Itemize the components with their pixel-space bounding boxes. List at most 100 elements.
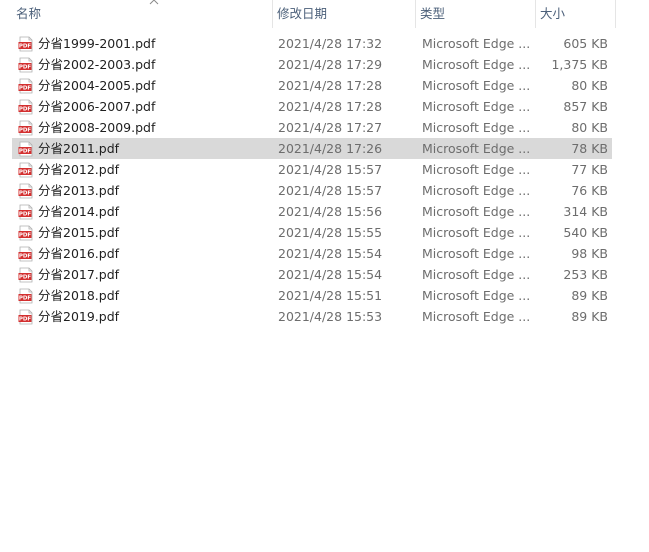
pdf-icon-label: PDF — [19, 296, 32, 302]
file-row[interactable]: PDF 分省2017.pdf 2021/4/28 15:54 Microsoft… — [0, 264, 649, 285]
file-name: 分省2006-2007.pdf — [38, 99, 156, 114]
pdf-file-icon: PDF — [18, 78, 33, 94]
column-header-size[interactable]: 大小 — [536, 0, 616, 28]
pdf-file-icon: PDF — [18, 225, 33, 241]
file-date: 2021/4/28 15:57 — [278, 162, 383, 177]
file-row[interactable]: PDF 分省2002-2003.pdf 2021/4/28 17:29 Micr… — [0, 54, 649, 75]
file-row[interactable]: PDF 分省2018.pdf 2021/4/28 15:51 Microsoft… — [0, 285, 649, 306]
pdf-icon-label: PDF — [19, 44, 32, 50]
file-size: 78 KB — [571, 141, 608, 156]
pdf-file-icon: PDF — [18, 57, 33, 73]
file-date: 2021/4/28 15:57 — [278, 183, 383, 198]
file-date: 2021/4/28 15:55 — [278, 225, 383, 240]
file-name: 分省2002-2003.pdf — [38, 57, 156, 72]
column-separator[interactable] — [615, 0, 616, 28]
pdf-icon-label: PDF — [19, 275, 32, 281]
file-list: PDF 分省1999-2001.pdf 2021/4/28 17:32 Micr… — [0, 33, 649, 327]
file-name: 分省2008-2009.pdf — [38, 120, 156, 135]
file-size: 1,375 KB — [551, 57, 608, 72]
file-name: 分省2019.pdf — [38, 309, 120, 324]
file-size: 314 KB — [563, 204, 608, 219]
file-size: 540 KB — [563, 225, 608, 240]
file-size: 77 KB — [571, 162, 608, 177]
file-type: Microsoft Edge ... — [422, 288, 531, 303]
column-header-bar: 名称 修改日期 类型 大小 — [0, 0, 649, 28]
file-row[interactable]: PDF 分省2019.pdf 2021/4/28 15:53 Microsoft… — [0, 306, 649, 327]
file-date: 2021/4/28 15:53 — [278, 309, 383, 324]
file-type: Microsoft Edge ... — [422, 141, 531, 156]
file-date: 2021/4/28 15:54 — [278, 246, 383, 261]
column-header-name-label: 名称 — [16, 6, 42, 21]
column-header-type-label: 类型 — [420, 6, 446, 21]
column-header-size-label: 大小 — [540, 6, 566, 21]
file-type: Microsoft Edge ... — [422, 183, 531, 198]
file-name: 分省2015.pdf — [38, 225, 120, 240]
file-type: Microsoft Edge ... — [422, 120, 531, 135]
file-row[interactable]: PDF 分省1999-2001.pdf 2021/4/28 17:32 Micr… — [0, 33, 649, 54]
file-name: 分省2018.pdf — [38, 288, 120, 303]
file-size: 605 KB — [563, 36, 608, 51]
file-type: Microsoft Edge ... — [422, 162, 531, 177]
file-size: 98 KB — [571, 246, 608, 261]
pdf-file-icon: PDF — [18, 309, 33, 325]
file-row[interactable]: PDF 分省2012.pdf 2021/4/28 15:57 Microsoft… — [0, 159, 649, 180]
column-header-name[interactable]: 名称 — [12, 0, 273, 28]
file-row[interactable]: PDF 分省2006-2007.pdf 2021/4/28 17:28 Micr… — [0, 96, 649, 117]
file-row[interactable]: PDF 分省2016.pdf 2021/4/28 15:54 Microsoft… — [0, 243, 649, 264]
file-size: 89 KB — [571, 309, 608, 324]
pdf-icon-label: PDF — [19, 128, 32, 134]
pdf-file-icon: PDF — [18, 99, 33, 115]
file-name: 分省2012.pdf — [38, 162, 120, 177]
file-name: 分省2014.pdf — [38, 204, 120, 219]
pdf-file-icon: PDF — [18, 36, 33, 52]
pdf-icon-label: PDF — [19, 233, 32, 239]
file-date: 2021/4/28 15:54 — [278, 267, 383, 282]
pdf-icon-label: PDF — [19, 191, 32, 197]
sort-ascending-icon — [149, 0, 159, 5]
pdf-icon-label: PDF — [19, 149, 32, 155]
file-name: 分省1999-2001.pdf — [38, 36, 156, 51]
file-row[interactable]: PDF 分省2008-2009.pdf 2021/4/28 17:27 Micr… — [0, 117, 649, 138]
file-date: 2021/4/28 17:27 — [278, 120, 383, 135]
file-type: Microsoft Edge ... — [422, 246, 531, 261]
file-type: Microsoft Edge ... — [422, 267, 531, 282]
file-date: 2021/4/28 17:28 — [278, 99, 383, 114]
file-name: 分省2017.pdf — [38, 267, 120, 282]
file-type: Microsoft Edge ... — [422, 309, 531, 324]
pdf-file-icon: PDF — [18, 162, 33, 178]
file-type: Microsoft Edge ... — [422, 225, 531, 240]
file-row[interactable]: PDF 分省2013.pdf 2021/4/28 15:57 Microsoft… — [0, 180, 649, 201]
pdf-file-icon: PDF — [18, 183, 33, 199]
file-date: 2021/4/28 15:51 — [278, 288, 383, 303]
file-type: Microsoft Edge ... — [422, 204, 531, 219]
file-date: 2021/4/28 17:32 — [278, 36, 383, 51]
file-size: 80 KB — [571, 78, 608, 93]
file-row[interactable]: PDF 分省2011.pdf 2021/4/28 17:26 Microsoft… — [0, 138, 649, 159]
column-header-type[interactable]: 类型 — [416, 0, 536, 28]
pdf-file-icon: PDF — [18, 246, 33, 262]
pdf-icon-label: PDF — [19, 107, 32, 113]
pdf-file-icon: PDF — [18, 120, 33, 136]
column-header-date[interactable]: 修改日期 — [273, 0, 416, 28]
pdf-icon-label: PDF — [19, 86, 32, 92]
pdf-icon-label: PDF — [19, 254, 32, 260]
pdf-file-icon: PDF — [18, 288, 33, 304]
pdf-icon-label: PDF — [19, 170, 32, 176]
file-row[interactable]: PDF 分省2014.pdf 2021/4/28 15:56 Microsoft… — [0, 201, 649, 222]
file-row[interactable]: PDF 分省2004-2005.pdf 2021/4/28 17:28 Micr… — [0, 75, 649, 96]
pdf-file-icon: PDF — [18, 204, 33, 220]
pdf-icon-label: PDF — [19, 212, 32, 218]
file-row[interactable]: PDF 分省2015.pdf 2021/4/28 15:55 Microsoft… — [0, 222, 649, 243]
file-type: Microsoft Edge ... — [422, 57, 531, 72]
file-size: 253 KB — [563, 267, 608, 282]
file-date: 2021/4/28 17:29 — [278, 57, 383, 72]
file-size: 76 KB — [571, 183, 608, 198]
file-size: 89 KB — [571, 288, 608, 303]
pdf-file-icon: PDF — [18, 141, 33, 157]
file-date: 2021/4/28 17:28 — [278, 78, 383, 93]
file-date: 2021/4/28 17:26 — [278, 141, 383, 156]
file-date: 2021/4/28 15:56 — [278, 204, 383, 219]
pdf-icon-label: PDF — [19, 317, 32, 323]
pdf-icon-label: PDF — [19, 65, 32, 71]
file-name: 分省2004-2005.pdf — [38, 78, 156, 93]
